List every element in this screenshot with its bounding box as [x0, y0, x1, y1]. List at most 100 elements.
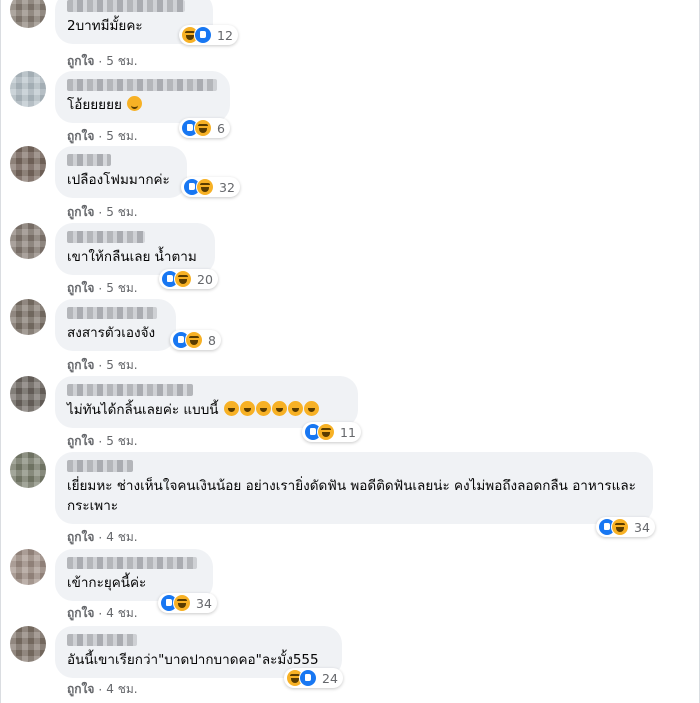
comment-meta: ถูกใจ · 5 ชม. — [67, 279, 138, 298]
comment-meta: ถูกใจ · 5 ชม. — [67, 356, 138, 375]
avatar[interactable] — [10, 223, 46, 259]
left-border — [0, 0, 1, 703]
commenter-name-blurred[interactable] — [67, 557, 197, 569]
comment-meta: ถูกใจ · 5 ชม. — [67, 432, 138, 451]
meta-separator: · — [98, 682, 103, 697]
timestamp[interactable]: 5 ชม. — [106, 203, 137, 222]
haha-reaction-icon — [173, 594, 191, 612]
reaction-count: 34 — [196, 595, 212, 611]
reaction-summary[interactable]: 6 — [179, 118, 230, 138]
grinning-smile-emoji — [127, 96, 143, 111]
laughing-emoji — [303, 401, 319, 416]
commenter-name-blurred[interactable] — [67, 384, 193, 396]
haha-reaction-icon — [174, 270, 192, 288]
timestamp[interactable]: 5 ชม. — [106, 279, 137, 298]
meta-separator: · — [98, 129, 103, 144]
laughing-emoji — [271, 401, 287, 416]
like-button[interactable]: ถูกใจ — [67, 528, 94, 547]
reaction-count: 12 — [217, 27, 233, 43]
avatar[interactable] — [10, 626, 46, 662]
timestamp[interactable]: 4 ชม. — [106, 604, 137, 623]
avatar[interactable] — [10, 71, 46, 107]
comment-text: เขาให้กลืนเลย น้ำตาม — [67, 249, 197, 265]
comment-text: สงสารตัวเองจัง — [67, 325, 156, 341]
reaction-count: 32 — [219, 179, 235, 195]
reaction-summary[interactable]: 20 — [159, 269, 218, 289]
comment-meta: ถูกใจ · 4 ชม. — [67, 528, 138, 547]
meta-separator: · — [98, 281, 103, 296]
reaction-count: 24 — [322, 670, 338, 686]
comment-bubble: โอ้ยยยยย — [55, 71, 230, 123]
reaction-count: 11 — [340, 424, 356, 440]
meta-separator: · — [98, 530, 103, 545]
like-button[interactable]: ถูกใจ — [67, 127, 94, 146]
comment-bubble: เขาให้กลืนเลย น้ำตาม — [55, 223, 215, 275]
like-button[interactable]: ถูกใจ — [67, 203, 94, 222]
comment-meta: ถูกใจ · 5 ชม. — [67, 127, 138, 146]
commenter-name-blurred[interactable] — [67, 0, 185, 12]
like-button[interactable]: ถูกใจ — [67, 279, 94, 298]
like-button[interactable]: ถูกใจ — [67, 604, 94, 623]
laughing-emoji — [223, 401, 239, 416]
timestamp[interactable]: 5 ชม. — [106, 356, 137, 375]
reaction-summary[interactable]: 24 — [284, 668, 343, 688]
meta-separator: · — [98, 54, 103, 69]
comment-meta: ถูกใจ · 5 ชม. — [67, 52, 138, 71]
reaction-summary[interactable]: 12 — [179, 25, 238, 45]
like-button[interactable]: ถูกใจ — [67, 52, 94, 71]
comment-bubble: เปลืองโฟมมากค่ะ — [55, 146, 187, 198]
reaction-count: 34 — [634, 519, 650, 535]
timestamp[interactable]: 5 ชม. — [106, 432, 137, 451]
meta-separator: · — [98, 205, 103, 220]
like-reaction-icon — [194, 26, 212, 44]
meta-separator: · — [98, 606, 103, 621]
reaction-summary[interactable]: 8 — [170, 330, 221, 350]
comment-meta: ถูกใจ · 4 ชม. — [67, 604, 138, 623]
meta-separator: · — [98, 434, 103, 449]
comment-meta: ถูกใจ · 4 ชม. — [67, 680, 138, 699]
haha-reaction-icon — [611, 518, 629, 536]
timestamp[interactable]: 5 ชม. — [106, 127, 137, 146]
commenter-name-blurred[interactable] — [67, 460, 133, 472]
comment-text: อันนี้เขาเรียกว่า"บาดปากบาดคอ"ละมั้ง555 — [67, 652, 319, 668]
comment-text: เยี่ยมหะ ช่างเห็นใจคนเงินน้อย อย่างเรายิ… — [67, 478, 636, 514]
meta-separator: · — [98, 358, 103, 373]
like-button[interactable]: ถูกใจ — [67, 356, 94, 375]
timestamp[interactable]: 5 ชม. — [106, 52, 137, 71]
comment-text: เข้ากะยุคนี้ค่ะ — [67, 575, 147, 591]
laughing-emoji — [287, 401, 303, 416]
commenter-name-blurred[interactable] — [67, 231, 145, 243]
like-button[interactable]: ถูกใจ — [67, 432, 94, 451]
timestamp[interactable]: 4 ชม. — [106, 680, 137, 699]
avatar[interactable] — [10, 549, 46, 585]
avatar[interactable] — [10, 299, 46, 335]
reaction-count: 8 — [208, 332, 216, 348]
avatar[interactable] — [10, 376, 46, 412]
comment-bubble: สงสารตัวเองจัง — [55, 299, 176, 351]
commenter-name-blurred[interactable] — [67, 79, 217, 91]
commenter-name-blurred[interactable] — [67, 307, 157, 319]
comment-text: โอ้ยยยยย — [67, 95, 218, 115]
timestamp[interactable]: 4 ชม. — [106, 528, 137, 547]
avatar[interactable] — [10, 452, 46, 488]
reaction-summary[interactable]: 34 — [596, 517, 655, 537]
avatar[interactable] — [10, 146, 46, 182]
laughing-emoji — [239, 401, 255, 416]
comment-text: ไม่ทันได้กลิ้นเลยค่ะ แบบนี้ — [67, 400, 346, 420]
reaction-summary[interactable]: 34 — [158, 593, 217, 613]
commenter-name-blurred[interactable] — [67, 634, 137, 646]
reaction-summary[interactable]: 11 — [302, 422, 361, 442]
comment-bubble: ไม่ทันได้กลิ้นเลยค่ะ แบบนี้ — [55, 376, 358, 428]
haha-reaction-icon — [194, 119, 212, 137]
reaction-summary[interactable]: 32 — [181, 177, 240, 197]
haha-reaction-icon — [196, 178, 214, 196]
comment-meta: ถูกใจ · 5 ชม. — [67, 203, 138, 222]
haha-reaction-icon — [185, 331, 203, 349]
like-button[interactable]: ถูกใจ — [67, 680, 94, 699]
avatar[interactable] — [10, 0, 46, 28]
commenter-name-blurred[interactable] — [67, 154, 111, 166]
haha-reaction-icon — [317, 423, 335, 441]
comment-text: เปลืองโฟมมากค่ะ — [67, 172, 170, 188]
reaction-count: 20 — [197, 271, 213, 287]
laughing-emoji — [255, 401, 271, 416]
